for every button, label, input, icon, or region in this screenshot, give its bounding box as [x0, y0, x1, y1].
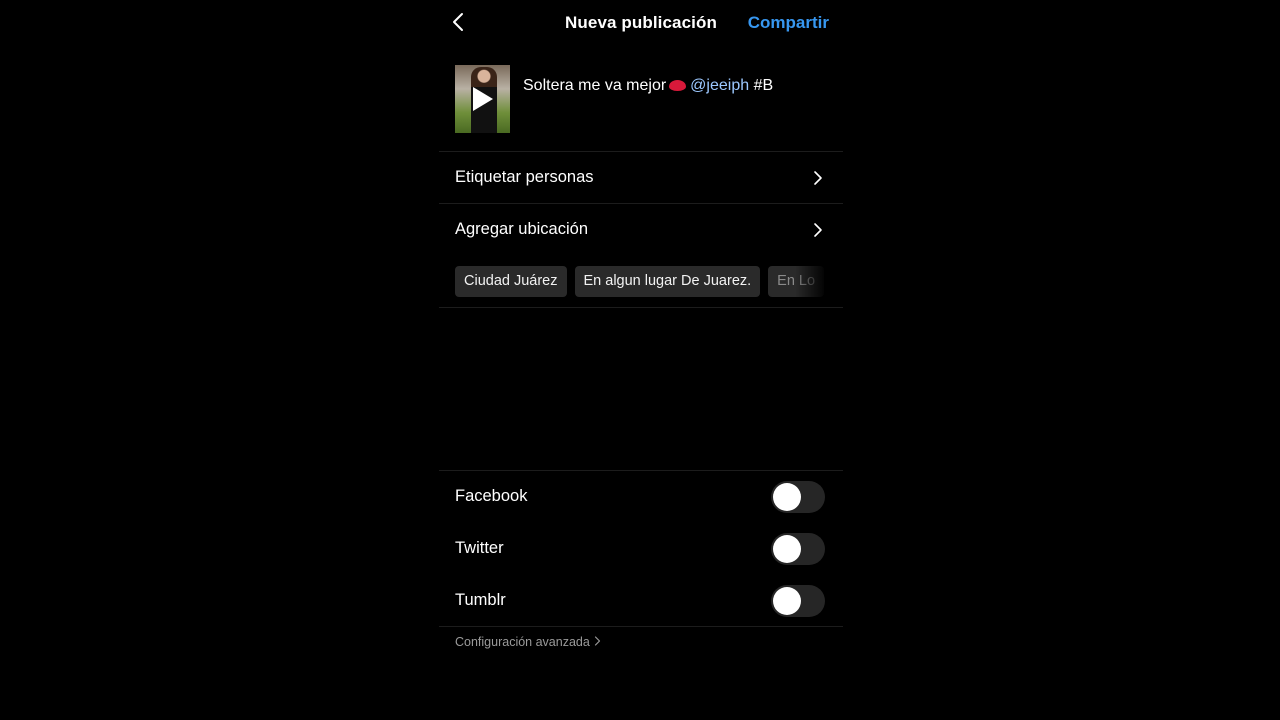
location-chip[interactable]: En Lo: [768, 266, 825, 297]
location-chip[interactable]: En algun lugar De Juarez.: [574, 266, 761, 297]
tag-people-row[interactable]: Etiquetar personas: [439, 152, 843, 204]
new-post-screen: Nueva publicación Compartir Soltera me v…: [439, 0, 843, 720]
chevron-right-icon: [814, 223, 822, 237]
facebook-toggle[interactable]: [771, 481, 825, 513]
share-twitter-row: Twitter: [439, 523, 843, 575]
caption-input[interactable]: Soltera me va mejor @jeeiph #B: [523, 76, 833, 96]
twitter-toggle[interactable]: [771, 533, 825, 565]
toggle-knob: [773, 535, 801, 563]
divider: [439, 626, 843, 627]
twitter-label: Twitter: [455, 539, 504, 557]
share-tumblr-row: Tumblr: [439, 575, 843, 627]
add-location-row[interactable]: Agregar ubicación: [439, 204, 843, 256]
post-preview: Soltera me va mejor @jeeiph #B: [439, 65, 843, 151]
toggle-knob: [773, 587, 801, 615]
caption-mention: @jeeiph: [690, 77, 750, 94]
caption-text: Soltera me va mejor: [523, 77, 667, 94]
video-thumbnail[interactable]: [455, 65, 510, 133]
kiss-lips-icon: [669, 80, 687, 91]
play-icon: [473, 87, 493, 111]
tag-people-label: Etiquetar personas: [455, 168, 594, 186]
chevron-right-icon: [594, 636, 600, 646]
tumblr-label: Tumblr: [455, 591, 506, 609]
tumblr-toggle[interactable]: [771, 585, 825, 617]
share-button[interactable]: Compartir: [748, 13, 829, 33]
header: Nueva publicación Compartir: [439, 0, 843, 48]
chevron-right-icon: [814, 171, 822, 185]
location-suggestions: Ciudad Juárez En algun lugar De Juarez. En…: [455, 266, 835, 298]
advanced-settings-label: Configuración avanzada: [455, 635, 590, 649]
facebook-label: Facebook: [455, 487, 528, 505]
add-location-label: Agregar ubicación: [455, 220, 588, 238]
caption-hashtag: #B: [753, 77, 774, 94]
divider: [439, 307, 843, 308]
advanced-settings-link[interactable]: Configuración avanzada: [455, 635, 601, 649]
location-chip[interactable]: Ciudad Juárez: [455, 266, 567, 297]
toggle-knob: [773, 483, 801, 511]
share-facebook-row: Facebook: [439, 471, 843, 523]
